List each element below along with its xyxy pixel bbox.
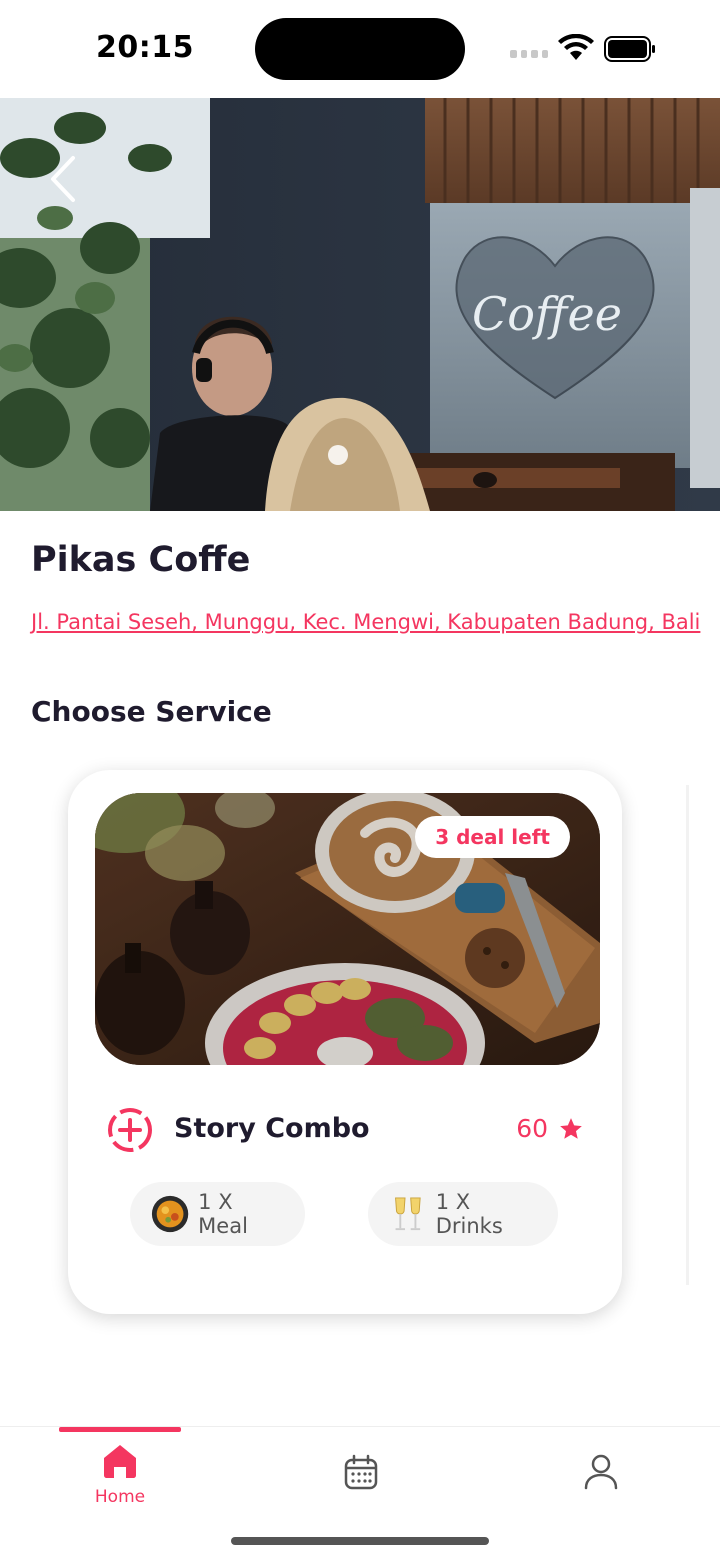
service-plus-icon bbox=[108, 1108, 152, 1152]
wifi-icon bbox=[558, 34, 594, 60]
battery-icon bbox=[604, 36, 655, 62]
tab-calendar[interactable] bbox=[300, 1427, 422, 1527]
meal-icon bbox=[151, 1195, 189, 1233]
dynamic-island bbox=[255, 18, 465, 80]
profile-icon bbox=[584, 1454, 618, 1490]
chevron-left-icon bbox=[51, 156, 75, 202]
calendar-icon bbox=[344, 1454, 378, 1490]
cellular-signal-icon bbox=[510, 50, 548, 60]
tab-home[interactable]: Home bbox=[59, 1427, 181, 1527]
drinks-item-pill: 1 X Drinks bbox=[368, 1182, 558, 1246]
deal-left-badge: 3 deal left bbox=[415, 816, 570, 858]
status-time: 20:15 bbox=[96, 30, 194, 65]
home-indicator[interactable] bbox=[231, 1537, 489, 1545]
place-title: Pikas Coffe bbox=[31, 540, 251, 580]
tab-home-label: Home bbox=[94, 1487, 146, 1507]
home-icon bbox=[104, 1445, 136, 1478]
hero-image: Coffee bbox=[0, 98, 720, 511]
service-card-image: 3 deal left bbox=[95, 793, 600, 1065]
next-service-card-edge[interactable] bbox=[686, 785, 689, 1285]
choose-service-heading: Choose Service bbox=[31, 695, 272, 728]
meal-item-pill: 1 X Meal bbox=[130, 1182, 305, 1246]
rating-value: 60 bbox=[516, 1114, 548, 1143]
back-button[interactable] bbox=[34, 150, 90, 208]
drinks-item-label: 1 X Drinks bbox=[435, 1190, 503, 1238]
cafe-photo: Coffee bbox=[0, 98, 720, 511]
carousel-page-indicator[interactable] bbox=[328, 445, 348, 465]
service-card[interactable]: 3 deal left Story Combo 60 1 X Meal 1 X … bbox=[68, 770, 622, 1314]
place-address-link[interactable]: Jl. Pantai Seseh, Munggu, Kec. Mengwi, K… bbox=[31, 610, 700, 634]
drinks-icon bbox=[395, 1197, 421, 1231]
star-icon bbox=[560, 1117, 582, 1139]
tab-profile[interactable] bbox=[540, 1427, 662, 1527]
hero-sign-text: Coffee bbox=[472, 287, 622, 341]
meal-item-label: 1 X Meal bbox=[198, 1190, 248, 1238]
service-rating: 60 bbox=[516, 1114, 584, 1143]
active-tab-indicator bbox=[59, 1427, 181, 1432]
status-bar: 20:15 bbox=[0, 0, 720, 98]
service-name: Story Combo bbox=[174, 1113, 370, 1144]
